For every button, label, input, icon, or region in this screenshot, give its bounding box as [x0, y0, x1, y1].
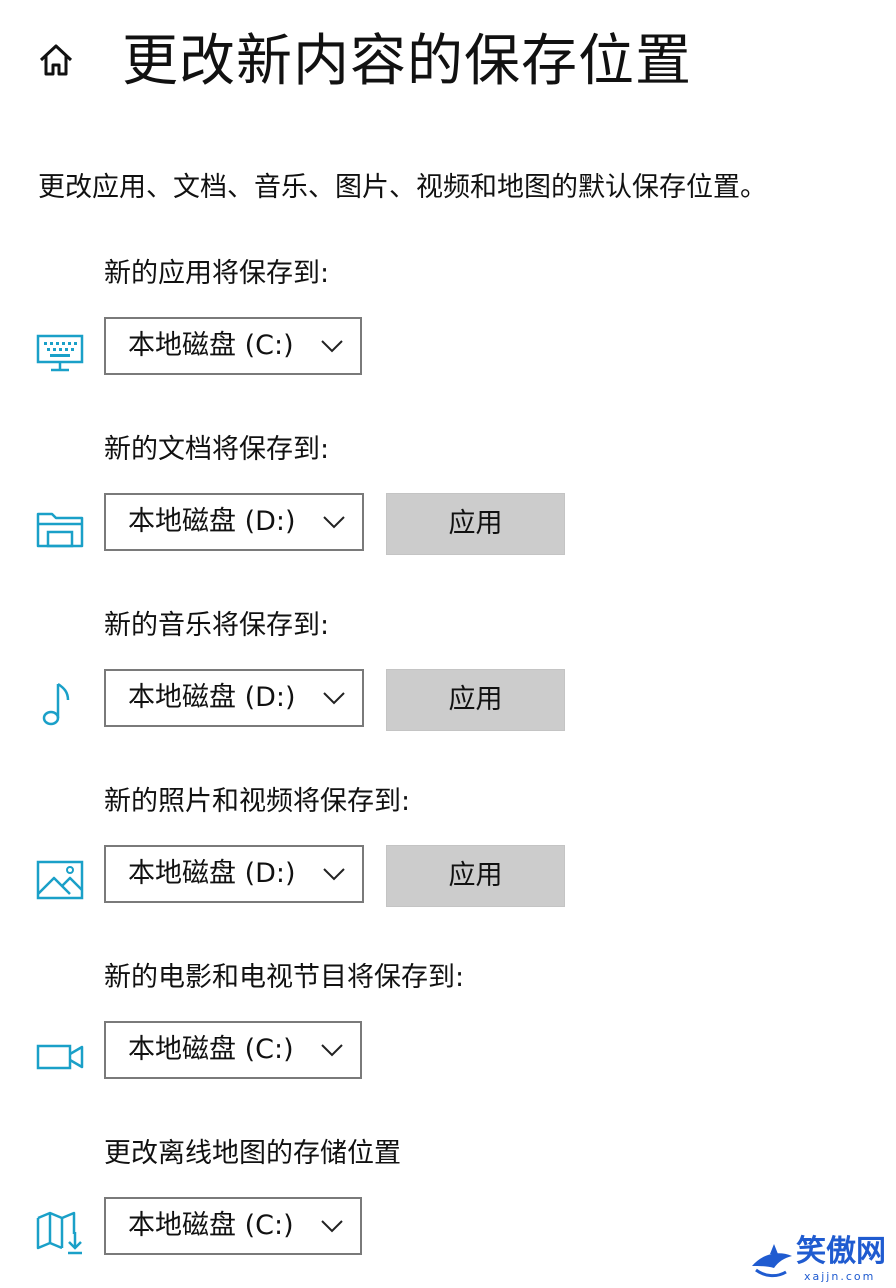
map-download-icon: [34, 1206, 86, 1258]
section-photos-videos: 新的照片和视频将保存到: 本地磁盘 (D:) 应用: [0, 782, 896, 912]
watermark: 笑傲网 xajjn.com: [748, 1232, 888, 1288]
dropdown-value: 本地磁盘 (C:): [128, 1210, 294, 1241]
video-camera-icon: [34, 1030, 86, 1082]
section-apps: 新的应用将保存到: 本地磁盘 (C:): [0, 254, 896, 384]
chevron-down-icon: [323, 868, 345, 881]
section-label: 新的照片和视频将保存到:: [104, 786, 411, 817]
save-location-dropdown[interactable]: 本地磁盘 (C:): [104, 1021, 362, 1079]
dropdown-value: 本地磁盘 (C:): [128, 1034, 294, 1065]
home-icon[interactable]: [36, 40, 76, 80]
section-music: 新的音乐将保存到: 本地磁盘 (D:) 应用: [0, 606, 896, 736]
chevron-down-icon: [321, 340, 343, 353]
chevron-down-icon: [323, 692, 345, 705]
section-documents: 新的文档将保存到: 本地磁盘 (D:) 应用: [0, 430, 896, 560]
folder-icon: [34, 502, 86, 554]
section-label: 新的电影和电视节目将保存到:: [104, 962, 465, 993]
apply-button[interactable]: 应用: [386, 845, 565, 907]
chevron-down-icon: [321, 1044, 343, 1057]
section-label: 新的音乐将保存到:: [104, 610, 330, 641]
watermark-text: 笑傲网: [796, 1234, 886, 1269]
section-movies-tv: 新的电影和电视节目将保存到: 本地磁盘 (C:): [0, 958, 896, 1088]
page-description: 更改应用、文档、音乐、图片、视频和地图的默认保存位置。: [38, 172, 767, 203]
music-note-icon: [34, 678, 86, 730]
dropdown-value: 本地磁盘 (D:): [128, 682, 296, 713]
page-title: 更改新内容的保存位置: [122, 29, 692, 94]
chevron-down-icon: [323, 516, 345, 529]
picture-icon: [34, 854, 86, 906]
dropdown-value: 本地磁盘 (D:): [128, 858, 296, 889]
section-label: 新的文档将保存到:: [104, 434, 330, 465]
shark-logo-icon: [752, 1244, 792, 1278]
watermark-subtext: xajjn.com: [804, 1270, 876, 1283]
dropdown-value: 本地磁盘 (C:): [128, 330, 294, 361]
save-location-dropdown[interactable]: 本地磁盘 (C:): [104, 317, 362, 375]
section-label: 新的应用将保存到:: [104, 258, 330, 289]
save-location-dropdown[interactable]: 本地磁盘 (D:): [104, 493, 364, 551]
apply-button[interactable]: 应用: [386, 669, 565, 731]
save-location-dropdown[interactable]: 本地磁盘 (D:): [104, 669, 364, 727]
save-location-dropdown[interactable]: 本地磁盘 (D:): [104, 845, 364, 903]
apply-button[interactable]: 应用: [386, 493, 565, 555]
dropdown-value: 本地磁盘 (D:): [128, 506, 296, 537]
section-label: 更改离线地图的存储位置: [104, 1138, 401, 1169]
chevron-down-icon: [321, 1220, 343, 1233]
monitor-icon: [34, 326, 86, 378]
save-location-dropdown[interactable]: 本地磁盘 (C:): [104, 1197, 362, 1255]
